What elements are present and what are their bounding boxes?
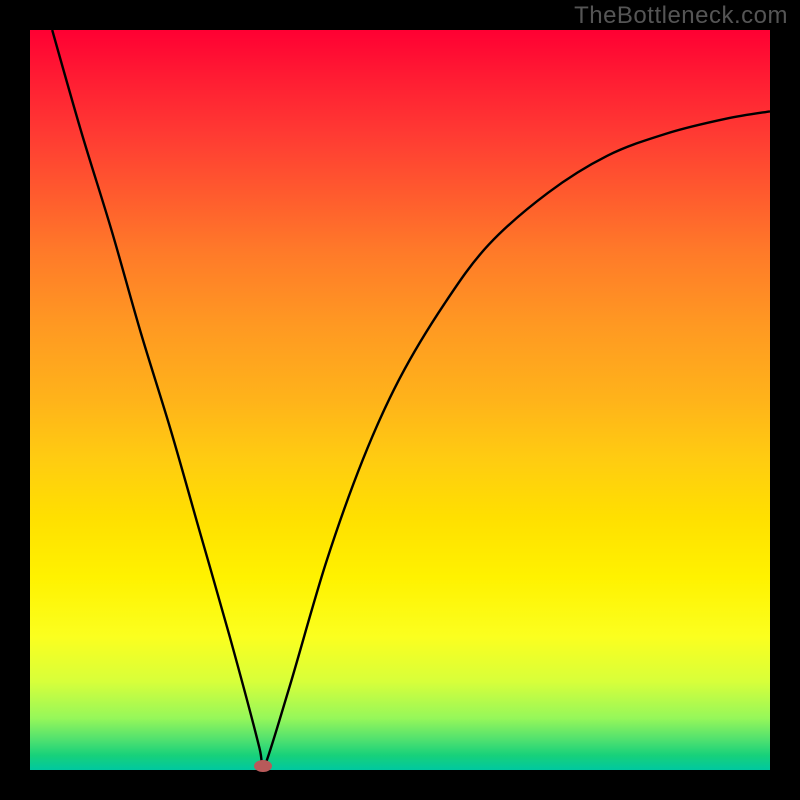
watermark-text: TheBottleneck.com: [574, 2, 788, 30]
chart-frame: TheBottleneck.com: [0, 0, 800, 800]
minimum-marker: [254, 760, 272, 772]
plot-background: [30, 30, 770, 770]
